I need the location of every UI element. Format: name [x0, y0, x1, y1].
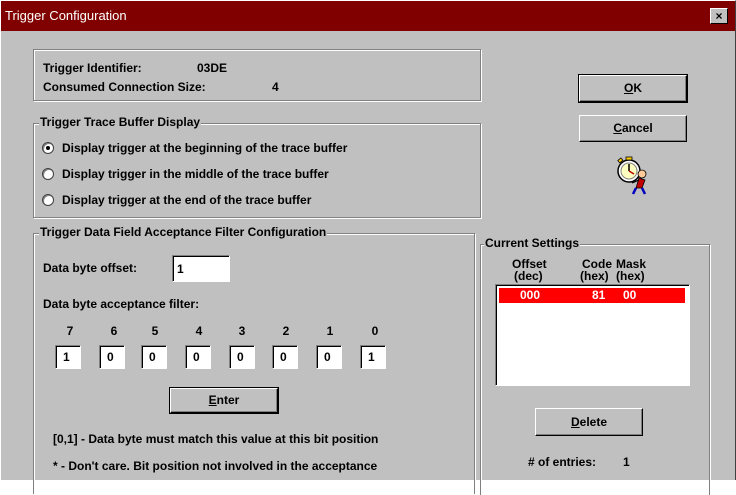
filter-config-legend: Trigger Data Field Acceptance Filter Con… — [39, 225, 328, 239]
help-text-dont-care: * - Don't care. Bit position not involve… — [53, 459, 378, 473]
help-text-match: [0,1] - Data byte must match this value … — [53, 432, 379, 446]
bit-label-1: 1 — [326, 324, 334, 338]
connection-size-value: 4 — [272, 80, 279, 94]
col-header-code-unit: (hex) — [580, 269, 609, 283]
bit-label-3: 3 — [238, 324, 246, 338]
trigger-identifier-label: Trigger Identifier: — [43, 61, 142, 75]
trace-buffer-legend: Trigger Trace Buffer Display — [39, 115, 202, 129]
radio-trace-end[interactable] — [42, 194, 54, 206]
bit-input-7[interactable]: 1 — [55, 345, 81, 369]
enter-accel: E — [208, 393, 217, 407]
enter-button[interactable]: Enter — [169, 387, 279, 414]
bit-label-5: 5 — [151, 324, 159, 338]
row-offset: 000 — [520, 288, 541, 302]
col-header-mask-unit: (hex) — [616, 269, 645, 283]
close-icon: × — [715, 9, 723, 23]
cancel-label: ancel — [621, 121, 653, 135]
current-settings-list[interactable]: 000 81 00 — [495, 284, 690, 386]
ok-button[interactable]: OK — [578, 74, 688, 103]
bit-label-7: 7 — [66, 324, 74, 338]
delete-accel: D — [570, 415, 580, 429]
bit-input-2[interactable]: 0 — [272, 345, 298, 369]
col-header-offset-unit: (dec) — [514, 269, 543, 283]
bit-input-6[interactable]: 0 — [99, 345, 125, 369]
radio-trace-beginning-label[interactable]: Display trigger at the beginning of the … — [62, 141, 347, 155]
list-item[interactable]: 000 81 00 — [499, 288, 685, 303]
bit-label-4: 4 — [195, 324, 203, 338]
enter-label: nter — [216, 393, 240, 407]
delete-label: elete — [579, 415, 608, 429]
data-byte-offset-label: Data byte offset: — [43, 261, 138, 275]
close-button[interactable]: × — [710, 8, 728, 24]
stopwatch-runner-icon — [617, 156, 647, 195]
radio-trace-middle-label[interactable]: Display trigger in the middle of the tra… — [62, 167, 329, 181]
row-mask: 00 — [623, 288, 637, 302]
radio-trace-end-label[interactable]: Display trigger at the end of the trace … — [62, 193, 311, 207]
current-settings-legend: Current Settings — [484, 236, 581, 250]
bit-label-6: 6 — [110, 324, 118, 338]
cancel-accel: C — [613, 121, 622, 135]
window-title: Trigger Configuration — [5, 8, 127, 23]
data-byte-offset-value: 1 — [177, 262, 184, 276]
radio-trace-middle[interactable] — [42, 168, 54, 180]
delete-button[interactable]: Delete — [535, 408, 643, 436]
trigger-identifier-value: 03DE — [197, 61, 228, 75]
bit-input-5[interactable]: 0 — [141, 345, 167, 369]
bit-input-0[interactable]: 1 — [360, 345, 386, 369]
bit-input-1[interactable]: 0 — [316, 345, 342, 369]
connection-size-label: Consumed Connection Size: — [43, 80, 206, 94]
cancel-button[interactable]: Cancel — [579, 115, 687, 142]
bit-input-3[interactable]: 0 — [229, 345, 255, 369]
bit-input-4[interactable]: 0 — [185, 345, 211, 369]
ok-accel: O — [623, 81, 634, 95]
entries-count-value: 1 — [623, 455, 630, 469]
title-bar[interactable]: Trigger Configuration × — [1, 1, 735, 31]
bit-label-0: 0 — [371, 324, 379, 338]
bit-label-2: 2 — [282, 324, 290, 338]
data-byte-offset-input[interactable]: 1 — [172, 255, 230, 282]
entries-count-label: # of entries: — [528, 455, 597, 469]
dialog-window: Trigger Configuration × Trigger Identifi… — [0, 0, 736, 495]
radio-trace-beginning[interactable] — [42, 142, 54, 154]
acceptance-filter-label: Data byte acceptance filter: — [43, 297, 200, 311]
ok-label: K — [633, 81, 642, 95]
row-code: 81 — [592, 288, 606, 302]
